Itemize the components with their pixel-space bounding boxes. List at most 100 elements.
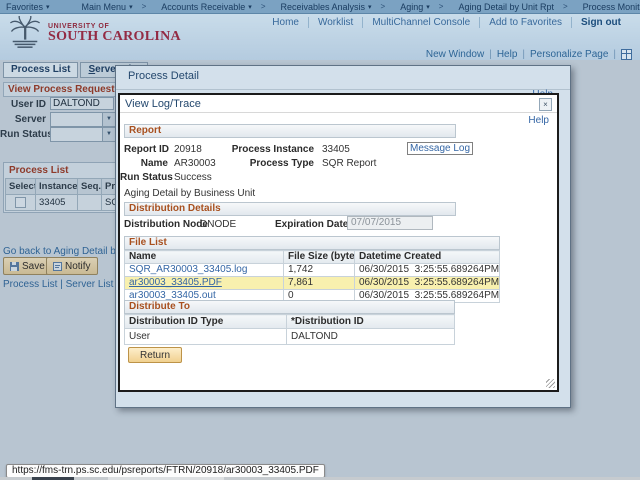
notify-icon [53,262,62,271]
distribution-node-label: Distribution Node [124,219,208,230]
run-status-label: Run Status [0,129,46,140]
new-window-link[interactable]: New Window [426,49,484,60]
breadcrumb-item-accounts-receivable[interactable]: Accounts Receivable ▾ [161,2,252,12]
logo-line2: SOUTH CAROLINA [48,30,181,44]
breadcrumb-item-aging-detail[interactable]: Aging Detail by Unit Rpt [458,2,554,12]
col-select: Select [6,179,36,195]
file-link-pdf[interactable]: ar30003_33405.PDF [129,277,222,288]
page-actions: New Window | Help | Personalize Page | [426,49,632,60]
screen: Favorites ▾ Main Menu ▾ > Accounts Recei… [0,0,640,480]
server-select[interactable]: ▼ [50,112,116,127]
save-button[interactable]: Save [3,257,52,275]
resize-grip[interactable] [546,379,555,388]
file-datetime: 06/30/2015 3:25:55.689264PM EDT [355,264,500,277]
run-status-select[interactable]: ▼ [50,127,116,142]
help-link[interactable]: Help [497,49,518,60]
breadcrumb-item-favorites[interactable]: Favorites ▾ [6,2,50,12]
chevron-right-icon: > [381,2,386,11]
palmetto-tree-icon [6,16,44,50]
notify-button[interactable]: Notify [46,257,98,275]
run-status-value: Success [174,172,212,183]
file-datetime: 06/30/2015 3:25:55.689264PM EDT [355,277,500,290]
caret-down-icon: ▾ [368,3,372,11]
col-datetime: Datetime Created [355,251,500,264]
breadcrumb: Favorites ▾ Main Menu ▾ > Accounts Recei… [0,0,640,14]
footer-process-list-link[interactable]: Process List [3,279,57,290]
chevron-right-icon: > [563,2,568,11]
breadcrumb-label: Receivables Analysis [280,2,365,12]
report-id-label: Report ID [124,144,168,155]
col-file-size: File Size (bytes) [284,251,355,264]
pipe-divider: | [60,279,63,290]
cell-instance: 33405 [36,195,78,211]
nav-multichannel-link[interactable]: MultiChannel Console [362,17,479,28]
breadcrumb-label: Accounts Receivable [161,2,245,12]
distribution-id-type-value: User [125,329,287,345]
breadcrumb-item-receivables-analysis[interactable]: Receivables Analysis ▾ [280,2,371,12]
footer-links: Process List | Server List [3,279,113,290]
report-section-header: Report [124,124,456,138]
col-name: Name [125,251,284,264]
pipe-divider: | [489,49,492,60]
chevron-right-icon: > [439,2,444,11]
tab-process-list[interactable]: Process List [3,62,78,78]
run-status-label: Run Status [120,172,168,183]
file-size: 1,742 [284,264,355,277]
notify-button-label: Notify [65,261,91,272]
dropdown-arrow-icon[interactable]: ▼ [102,128,115,141]
save-disk-icon [10,262,19,271]
breadcrumb-item-main-menu[interactable]: Main Menu ▾ [82,2,133,12]
file-list-header-row: Name File Size (bytes) Datetime Created [125,251,500,264]
distribution-node-value: DNODE [200,219,236,230]
row-select-checkbox[interactable] [15,197,26,208]
breadcrumb-item-process-monitor[interactable]: Process Monitor [583,2,640,12]
file-link-log[interactable]: SQR_AR30003_33405.log [129,264,247,275]
nav-worklist-link[interactable]: Worklist [308,17,362,28]
breadcrumb-label: Aging Detail by Unit Rpt [458,2,554,12]
message-log-link[interactable]: Message Log [407,142,473,155]
process-description: Aging Detail by Business Unit [124,188,255,199]
name-label: Name [124,158,168,169]
nav-home-link[interactable]: Home [263,17,308,28]
usc-logo[interactable]: UNIVERSITY OF SOUTH CAROLINA [6,16,181,50]
dropdown-arrow-icon[interactable]: ▼ [102,113,115,126]
caret-down-icon: ▾ [248,3,252,11]
distribution-id-value: DALTOND [287,329,455,345]
logo-text: UNIVERSITY OF SOUTH CAROLINA [48,23,181,44]
col-distribution-id: *Distribution ID [287,315,455,329]
view-log-trace-dialog: View Log/Trace × Help Report Report ID 2… [118,93,559,392]
footer-server-list-link[interactable]: Server List [66,279,114,290]
breadcrumb-label: Process Monitor [583,2,640,12]
close-icon[interactable]: × [539,98,552,111]
report-id-value: 20918 [174,144,202,155]
return-button[interactable]: Return [128,347,182,363]
user-id-input[interactable]: DALTOND [50,97,114,110]
distribute-row: User DALTOND [125,329,455,345]
save-button-label: Save [22,261,45,272]
header-nav: Home Worklist MultiChannel Console Add t… [263,17,630,28]
process-type-label: Process Type [220,158,314,169]
user-id-label: User ID [0,99,46,110]
distribute-to-table: Distribution ID Type *Distribution ID Us… [124,314,455,345]
breadcrumb-item-aging[interactable]: Aging ▾ [400,2,430,12]
name-value: AR30003 [174,158,216,169]
process-instance-label: Process Instance [220,144,314,155]
dialog-help-link[interactable]: Help [528,115,549,126]
sign-out-link[interactable]: Sign out [571,17,630,28]
cell-seq [78,195,102,211]
distribute-to-section-header: Distribute To [124,300,455,314]
col-instance: Instance [36,179,78,195]
personalize-page-link[interactable]: Personalize Page [530,49,608,60]
nav-add-favorites-link[interactable]: Add to Favorites [479,17,571,28]
dialog-title: View Log/Trace [125,98,201,110]
file-size: 7,861 [284,277,355,290]
personalize-grid-icon[interactable] [621,49,632,60]
chevron-right-icon: > [261,2,266,11]
breadcrumb-label: Favorites [6,2,43,12]
caret-down-icon: ▾ [426,3,430,11]
breadcrumb-label: Aging [400,2,423,12]
distribute-header-row: Distribution ID Type *Distribution ID [125,315,455,329]
process-instance-value: 33405 [322,144,350,155]
pipe-divider: | [613,49,616,60]
expiration-date-input: 07/07/2015 [347,216,433,230]
